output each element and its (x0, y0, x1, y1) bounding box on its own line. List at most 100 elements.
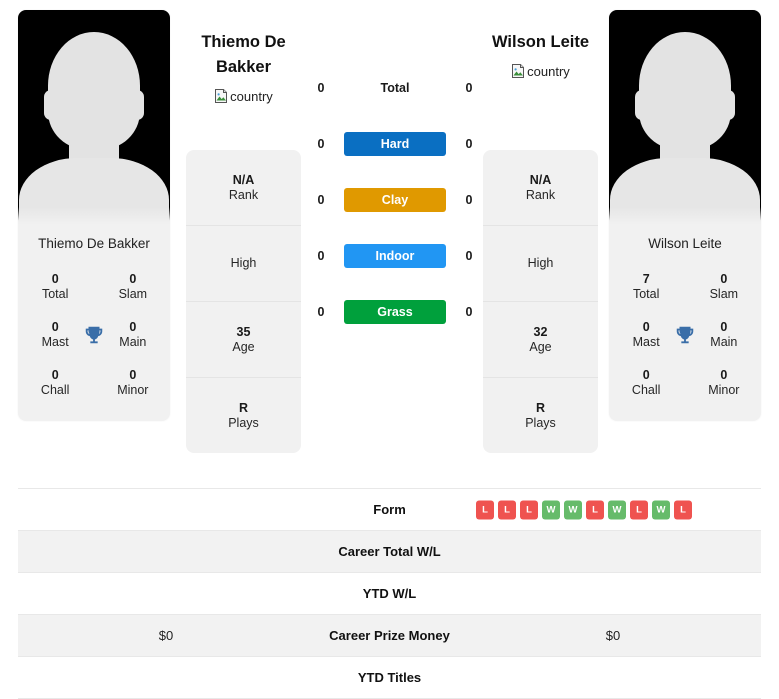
player-headline-right: Wilson Leite (491, 33, 590, 51)
player-country-alt-right: country (527, 63, 570, 79)
info-rank-value-right: N/A (529, 172, 552, 187)
surface-label-indoor[interactable]: Indoor (344, 244, 446, 268)
surface-clay-right-value: 0 (465, 193, 473, 207)
stat-slam-value-left: 0 (129, 272, 137, 287)
info-high-left: High (186, 226, 301, 302)
stat-slam-right: 0 Slam (697, 272, 751, 302)
surface-clay-left-value: 0 (317, 193, 325, 207)
player-country-left: country (186, 88, 301, 104)
form-badge-win: W (542, 500, 560, 519)
stat-total-value-left: 0 (51, 272, 59, 287)
stat-minor-label-left: Minor (117, 383, 149, 397)
titles-row-total-slam-right: 7 Total 0 Slam (619, 263, 751, 311)
info-plays-label-right: Plays (525, 415, 556, 430)
form-badge-win: W (608, 500, 626, 519)
info-plays-left: R Plays (186, 378, 301, 453)
table-row-career-prize-money: $0 Career Prize Money $0 (18, 615, 761, 657)
surface-row-total: 0 Total 0 (312, 60, 478, 116)
player-info-column-right: Wilson Leite country N/A Rank High 32 Ag… (483, 10, 598, 453)
form-badge-list: LLLWWLWLWL (476, 500, 692, 519)
stat-minor-value-left: 0 (129, 368, 137, 383)
player-card-right[interactable]: Wilson Leite 7 Total 0 Slam 0 Mast 0 Mai… (609, 10, 761, 421)
stat-mast-right: 0 Mast (619, 320, 673, 350)
broken-image-icon (214, 88, 230, 104)
info-rank-left: N/A Rank (186, 150, 301, 226)
table-row-ytd-titles: YTD Titles (18, 657, 761, 699)
stat-mast-label-left: Mast (41, 335, 69, 349)
surface-label-grass[interactable]: Grass (344, 300, 446, 324)
info-rank-right: N/A Rank (483, 150, 598, 226)
player-card-left[interactable]: Thiemo De Bakker 0 Total 0 Slam 0 Mast 0… (18, 10, 170, 421)
stat-mast-left: 0 Mast (28, 320, 82, 350)
info-age-label-left: Age (232, 339, 255, 354)
stat-mast-value-left: 0 (51, 320, 59, 335)
stat-slam-label-right: Slam (709, 287, 739, 301)
form-badge-loss: L (674, 500, 692, 519)
surface-grass-left-value: 0 (317, 305, 325, 319)
form-badge-loss: L (520, 500, 538, 519)
player-name-right: Wilson Leite (648, 235, 722, 251)
table-row-form: Form LLLWWLWLWL (18, 489, 761, 531)
surface-hard-left-value: 0 (317, 137, 325, 151)
stat-slam-label-left: Slam (118, 287, 148, 301)
form-badge-loss: L (498, 500, 516, 519)
info-rank-label-right: Rank (525, 187, 556, 202)
info-plays-value-right: R (535, 400, 546, 415)
titles-row-mast-main-left: 0 Mast 0 Main (28, 311, 160, 359)
career-prize-money-left-value: $0 (158, 628, 174, 643)
info-rank-value-left: N/A (232, 172, 255, 187)
stat-chall-label-left: Chall (40, 383, 70, 397)
trophy-icon-left (82, 324, 105, 346)
ytd-titles-label: YTD Titles (357, 670, 422, 685)
stat-total-label-right: Total (632, 287, 660, 301)
form-badge-loss: L (630, 500, 648, 519)
player-headline-left: Thiemo De Bakker (201, 33, 286, 76)
surface-total-right-value: 0 (465, 81, 473, 95)
stat-slam-value-right: 0 (720, 272, 728, 287)
stat-minor-left: 0 Minor (106, 368, 160, 398)
info-age-label-right: Age (529, 339, 552, 354)
surface-row-indoor: 0 Indoor 0 (312, 228, 478, 284)
player-country-right: country (483, 63, 598, 79)
surface-indoor-right-value: 0 (465, 249, 473, 263)
player-country-alt-left: country (230, 88, 273, 104)
form-badge-loss: L (586, 500, 604, 519)
titles-grid-left: 0 Total 0 Slam 0 Mast 0 Main 0 Chall 0 M… (18, 261, 170, 421)
career-wl-label: Career Total W/L (338, 544, 441, 559)
table-row-career-wl: Career Total W/L (18, 531, 761, 573)
avatar-silhouette-ear-right (130, 90, 144, 120)
trophy-icon-right (673, 324, 696, 346)
stat-minor-right: 0 Minor (697, 368, 751, 398)
stat-main-right: 0 Main (697, 320, 751, 350)
form-badge-win: W (652, 500, 670, 519)
photo-fade-overlay (609, 207, 761, 225)
titles-row-total-slam-left: 0 Total 0 Slam (28, 263, 160, 311)
surface-label-clay[interactable]: Clay (344, 188, 446, 212)
titles-row-chall-minor-right: 0 Chall 0 Minor (619, 359, 751, 407)
form-label: Form (373, 502, 406, 517)
stat-main-left: 0 Main (106, 320, 160, 350)
player-name-left: Thiemo De Bakker (38, 235, 150, 251)
form-badge-win: W (564, 500, 582, 519)
stat-minor-label-right: Minor (708, 383, 740, 397)
stat-chall-value-left: 0 (51, 368, 59, 383)
stat-total-left: 0 Total (28, 272, 82, 302)
info-rank-label-left: Rank (228, 187, 259, 202)
stat-mast-value-right: 0 (642, 320, 650, 335)
surface-row-hard: 0 Hard 0 (312, 116, 478, 172)
player-photo-right (609, 10, 761, 225)
player-comparison-area: Thiemo De Bakker 0 Total 0 Slam 0 Mast 0… (0, 0, 779, 478)
stat-main-label-right: Main (710, 335, 738, 349)
avatar-silhouette-ear-left (635, 90, 649, 120)
info-age-left: 35 Age (186, 302, 301, 378)
form-badge-loss: L (476, 500, 494, 519)
avatar-silhouette-ear-left (44, 90, 58, 120)
titles-grid-right: 7 Total 0 Slam 0 Mast 0 Main 0 Chall 0 M… (609, 261, 761, 421)
table-row-ytd-wl: YTD W/L (18, 573, 761, 615)
photo-fade-overlay (18, 207, 170, 225)
info-plays-right: R Plays (483, 378, 598, 453)
surface-label-hard[interactable]: Hard (344, 132, 446, 156)
stat-chall-label-right: Chall (631, 383, 661, 397)
info-age-right: 32 Age (483, 302, 598, 378)
stat-main-value-right: 0 (720, 320, 728, 335)
